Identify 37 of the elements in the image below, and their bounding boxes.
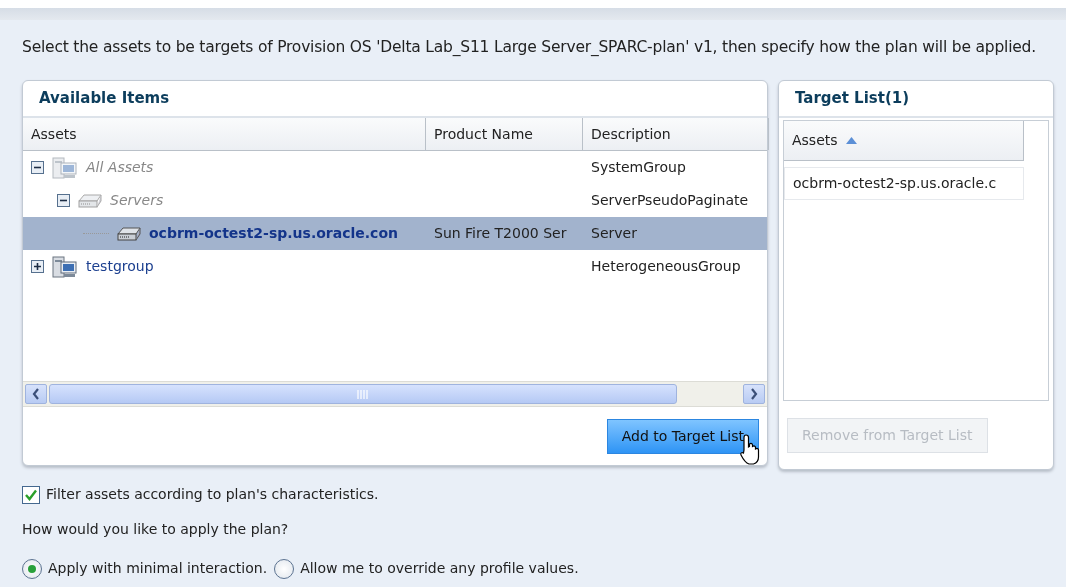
checkbox[interactable] <box>22 485 40 504</box>
column-header[interactable]: Assets <box>23 118 426 150</box>
computer-group-icon <box>52 255 78 278</box>
panel-title: Target List(1) <box>795 89 910 107</box>
tree-item-label: Servers <box>110 191 164 210</box>
column-header[interactable]: Product Name <box>426 118 583 150</box>
sort-ascending-icon <box>845 137 857 144</box>
chevron-left-icon <box>32 388 40 400</box>
expand-icon[interactable] <box>31 260 44 273</box>
table-cell: HeterogeneousGroup <box>591 258 741 274</box>
radio-button[interactable] <box>274 558 295 579</box>
computer-group-icon <box>52 156 78 179</box>
question-text: How would you like to apply the plan? <box>22 520 289 539</box>
tree-item-label: testgroup <box>86 257 154 276</box>
server-icon <box>78 193 102 208</box>
table-cell: SystemGroup <box>591 159 686 175</box>
instruction-text: Select the assets to be targets of Provision OS 'Delta Lab_S11 Large Server_SPARC-plan' v1, then specify how the plan will be applied. <box>21 37 1037 58</box>
server-icon <box>117 226 141 241</box>
column-header[interactable]: Description <box>583 118 769 150</box>
add-to-target-list-button[interactable]: Add to Target List <box>606 418 759 454</box>
tree-item-label: ocbrm-octest2-sp.us.oracle.con <box>149 224 398 243</box>
table-cell: ocbrm-octest2-sp.us.oracle.c <box>784 167 1024 200</box>
panel-title: Available Items <box>39 89 170 107</box>
column-header[interactable]: Assets <box>784 121 1024 161</box>
checkbox-label: Filter assets according to plan's characteristics. <box>46 485 379 504</box>
chevron-right-icon <box>750 388 758 400</box>
tree-item-label: All Assets <box>86 158 154 177</box>
scroll-left-button[interactable] <box>25 384 47 404</box>
table-cell: ServerPseudoPaginate <box>591 192 749 208</box>
table-cell: Sun Fire T2000 Ser <box>434 225 567 241</box>
table-cell: Server <box>591 225 637 241</box>
tree-row[interactable]: testgroup HeterogeneousGroup <box>23 250 767 283</box>
radio-button[interactable] <box>22 558 42 579</box>
grip-icon <box>357 389 369 399</box>
radio-label: Apply with minimal interaction. <box>48 559 268 578</box>
radio-label: Allow me to override any profile values. <box>300 559 579 578</box>
scroll-right-button[interactable] <box>743 384 765 404</box>
